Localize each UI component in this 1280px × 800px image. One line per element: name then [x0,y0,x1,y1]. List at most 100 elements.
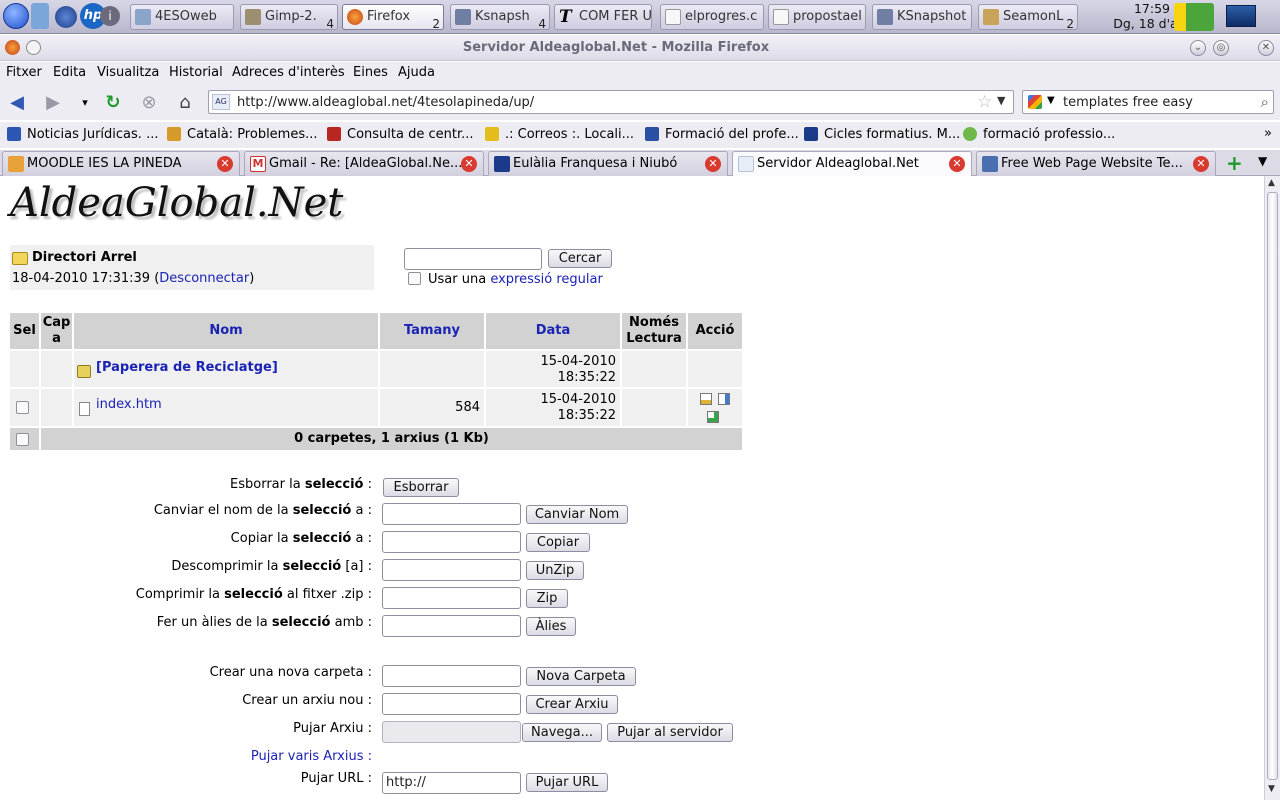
regex-link[interactable]: expressió regular [490,272,603,287]
new-file-input[interactable] [382,693,521,715]
download-icon[interactable] [707,411,719,423]
firefox-launcher-icon[interactable] [55,6,77,28]
search-bar[interactable]: ▼ templates free easy ⌕ [1022,90,1274,114]
browse-button[interactable]: Navega... [522,723,602,742]
history-dropdown-icon[interactable]: ▾ [74,92,96,114]
tab-moodle[interactable]: MOODLE IES LA PINEDA ✕ [2,151,240,176]
task-seamonkey[interactable]: SeamonL 2 [978,4,1078,30]
edit-icon[interactable] [700,393,712,405]
logout-link[interactable]: Desconnectar [159,271,249,286]
task-ksnapshot[interactable]: KSnapshot [872,4,972,30]
task-ksnapshot-group[interactable]: Ksnapsh 4 [450,4,550,30]
tab-close-icon[interactable]: ✕ [461,156,477,172]
rename-icon[interactable] [718,393,730,405]
window-titlebar[interactable]: Servidor Aldeaglobal.Net - Mozilla Firef… [0,35,1280,61]
alias-input[interactable] [382,615,521,637]
sort-nom-link[interactable]: Nom [209,323,242,338]
back-launcher-icon[interactable] [3,3,29,29]
bookmark-cicles[interactable]: Cicles formatius. M... [804,127,960,142]
col-data[interactable]: Data [486,313,620,349]
menu-edita[interactable]: Edita [53,65,86,80]
bookmark-correos[interactable]: .: Correos :. Locali... [485,127,634,142]
new-file-button[interactable]: Crear Arxiu [526,695,618,714]
new-folder-input[interactable] [382,665,521,687]
regex-checkbox[interactable] [408,272,421,285]
zip-button[interactable]: Zip [526,589,568,608]
new-tab-icon[interactable]: + [1226,151,1243,175]
file-link[interactable]: index.htm [96,397,162,412]
unzip-input[interactable] [382,559,521,581]
task-gimp[interactable]: Gimp-2. 4 [240,4,338,30]
tab-close-icon[interactable]: ✕ [705,156,721,172]
back-icon[interactable]: ◀ [6,92,28,114]
menu-visualitza[interactable]: Visualitza [97,65,159,80]
forward-icon[interactable]: ▶ [42,92,64,114]
battery-icon[interactable] [1174,3,1214,31]
sort-tamany-link[interactable]: Tamany [404,323,460,338]
alias-button[interactable]: Àlies [526,617,576,636]
tab-servidor[interactable]: Servidor Aldeaglobal.Net ✕ [732,151,972,177]
info-icon[interactable]: i [100,6,120,26]
show-desktop-icon[interactable] [1226,5,1256,27]
home-icon[interactable]: ⌂ [174,92,196,114]
zip-input[interactable] [382,587,521,609]
scroll-down-icon[interactable]: ▼ [1268,784,1275,794]
scroll-thumb[interactable] [1267,192,1278,780]
search-button[interactable]: Cercar [548,249,612,268]
tab-freewebpage[interactable]: Free Web Page Website Te... ✕ [976,151,1216,176]
sort-data-link[interactable]: Data [536,323,571,338]
recycle-bin-link[interactable]: [Paperera de Reciclatge] [96,360,278,375]
tab-eulalia[interactable]: Eulàlia Franquesa i Niubó ✕ [488,151,728,176]
multi-upload-link[interactable]: Pujar varis Arxius : [251,749,372,764]
menu-ajuda[interactable]: Ajuda [398,65,435,80]
task-4esoweb[interactable]: 4ESOweb [130,4,234,30]
search-icon[interactable]: ⌕ [1261,93,1269,111]
unzip-button[interactable]: UnZip [526,561,584,580]
url-bar[interactable]: AG http://www.aldeaglobal.net/4tesolapin… [208,90,1014,114]
row-select-checkbox[interactable] [16,401,29,414]
tab-close-icon[interactable]: ✕ [1193,156,1209,172]
url-dropdown-icon[interactable]: ▼ [997,94,1005,107]
bookmark-consulta[interactable]: Consulta de centr... [327,127,474,142]
col-tamany[interactable]: Tamany [380,313,484,349]
select-all-checkbox[interactable] [16,433,29,446]
tab-list-icon[interactable]: ▼ [1258,154,1267,168]
task-firefox[interactable]: Firefox 2 [342,4,444,30]
menu-historial[interactable]: Historial [169,65,223,80]
task-elprogres[interactable]: elprogres.c [660,4,764,30]
volume-icon[interactable] [31,3,49,29]
vertical-scrollbar[interactable]: ▲ ▼ [1264,176,1280,800]
google-engine-icon[interactable]: ▼ [1025,93,1059,111]
rename-input[interactable] [382,503,521,525]
menu-fitxer[interactable]: Fitxer [6,65,42,80]
bookmarks-overflow-icon[interactable]: » [1264,126,1272,141]
tab-gmail[interactable]: M Gmail - Re: [AldeaGlobal.Ne... ✕ [244,151,484,176]
minimize-icon[interactable]: ⌄ [1190,40,1206,56]
task-com-fer[interactable]: T COM FER U [554,4,652,30]
upload-url-input[interactable]: http:// [382,772,521,794]
rename-button[interactable]: Canviar Nom [526,505,628,524]
upload-server-button[interactable]: Pujar al servidor [607,723,733,742]
close-icon[interactable]: ✕ [1258,40,1274,56]
col-nom[interactable]: Nom [74,313,378,349]
menu-eines[interactable]: Eines [353,65,388,80]
reload-icon[interactable]: ↻ [102,92,124,114]
bookmark-formacio[interactable]: Formació del profe... [645,127,799,142]
bookmark-noticias[interactable]: Noticias Jurídicas. ... [7,127,158,142]
maximize-icon[interactable]: ◎ [1213,40,1229,56]
new-folder-button[interactable]: Nova Carpeta [526,667,636,686]
upload-url-button[interactable]: Pujar URL [526,773,608,792]
upload-file-field[interactable] [382,721,521,743]
scroll-up-icon[interactable]: ▲ [1268,178,1275,188]
file-search-input[interactable] [404,248,542,270]
task-propostael[interactable]: propostael [768,4,866,30]
copy-input[interactable] [382,531,521,553]
tab-close-icon[interactable]: ✕ [949,156,965,172]
bookmark-star-icon[interactable]: ☆ [977,92,992,112]
menu-adreces[interactable]: Adreces d'interès [232,65,345,80]
delete-button[interactable]: Esborrar [383,478,459,497]
stop-icon[interactable]: ⊗ [138,92,160,114]
tab-close-icon[interactable]: ✕ [217,156,233,172]
site-identity-icon[interactable]: AG [212,94,230,110]
bookmark-catala[interactable]: Català: Problemes... [167,127,318,142]
